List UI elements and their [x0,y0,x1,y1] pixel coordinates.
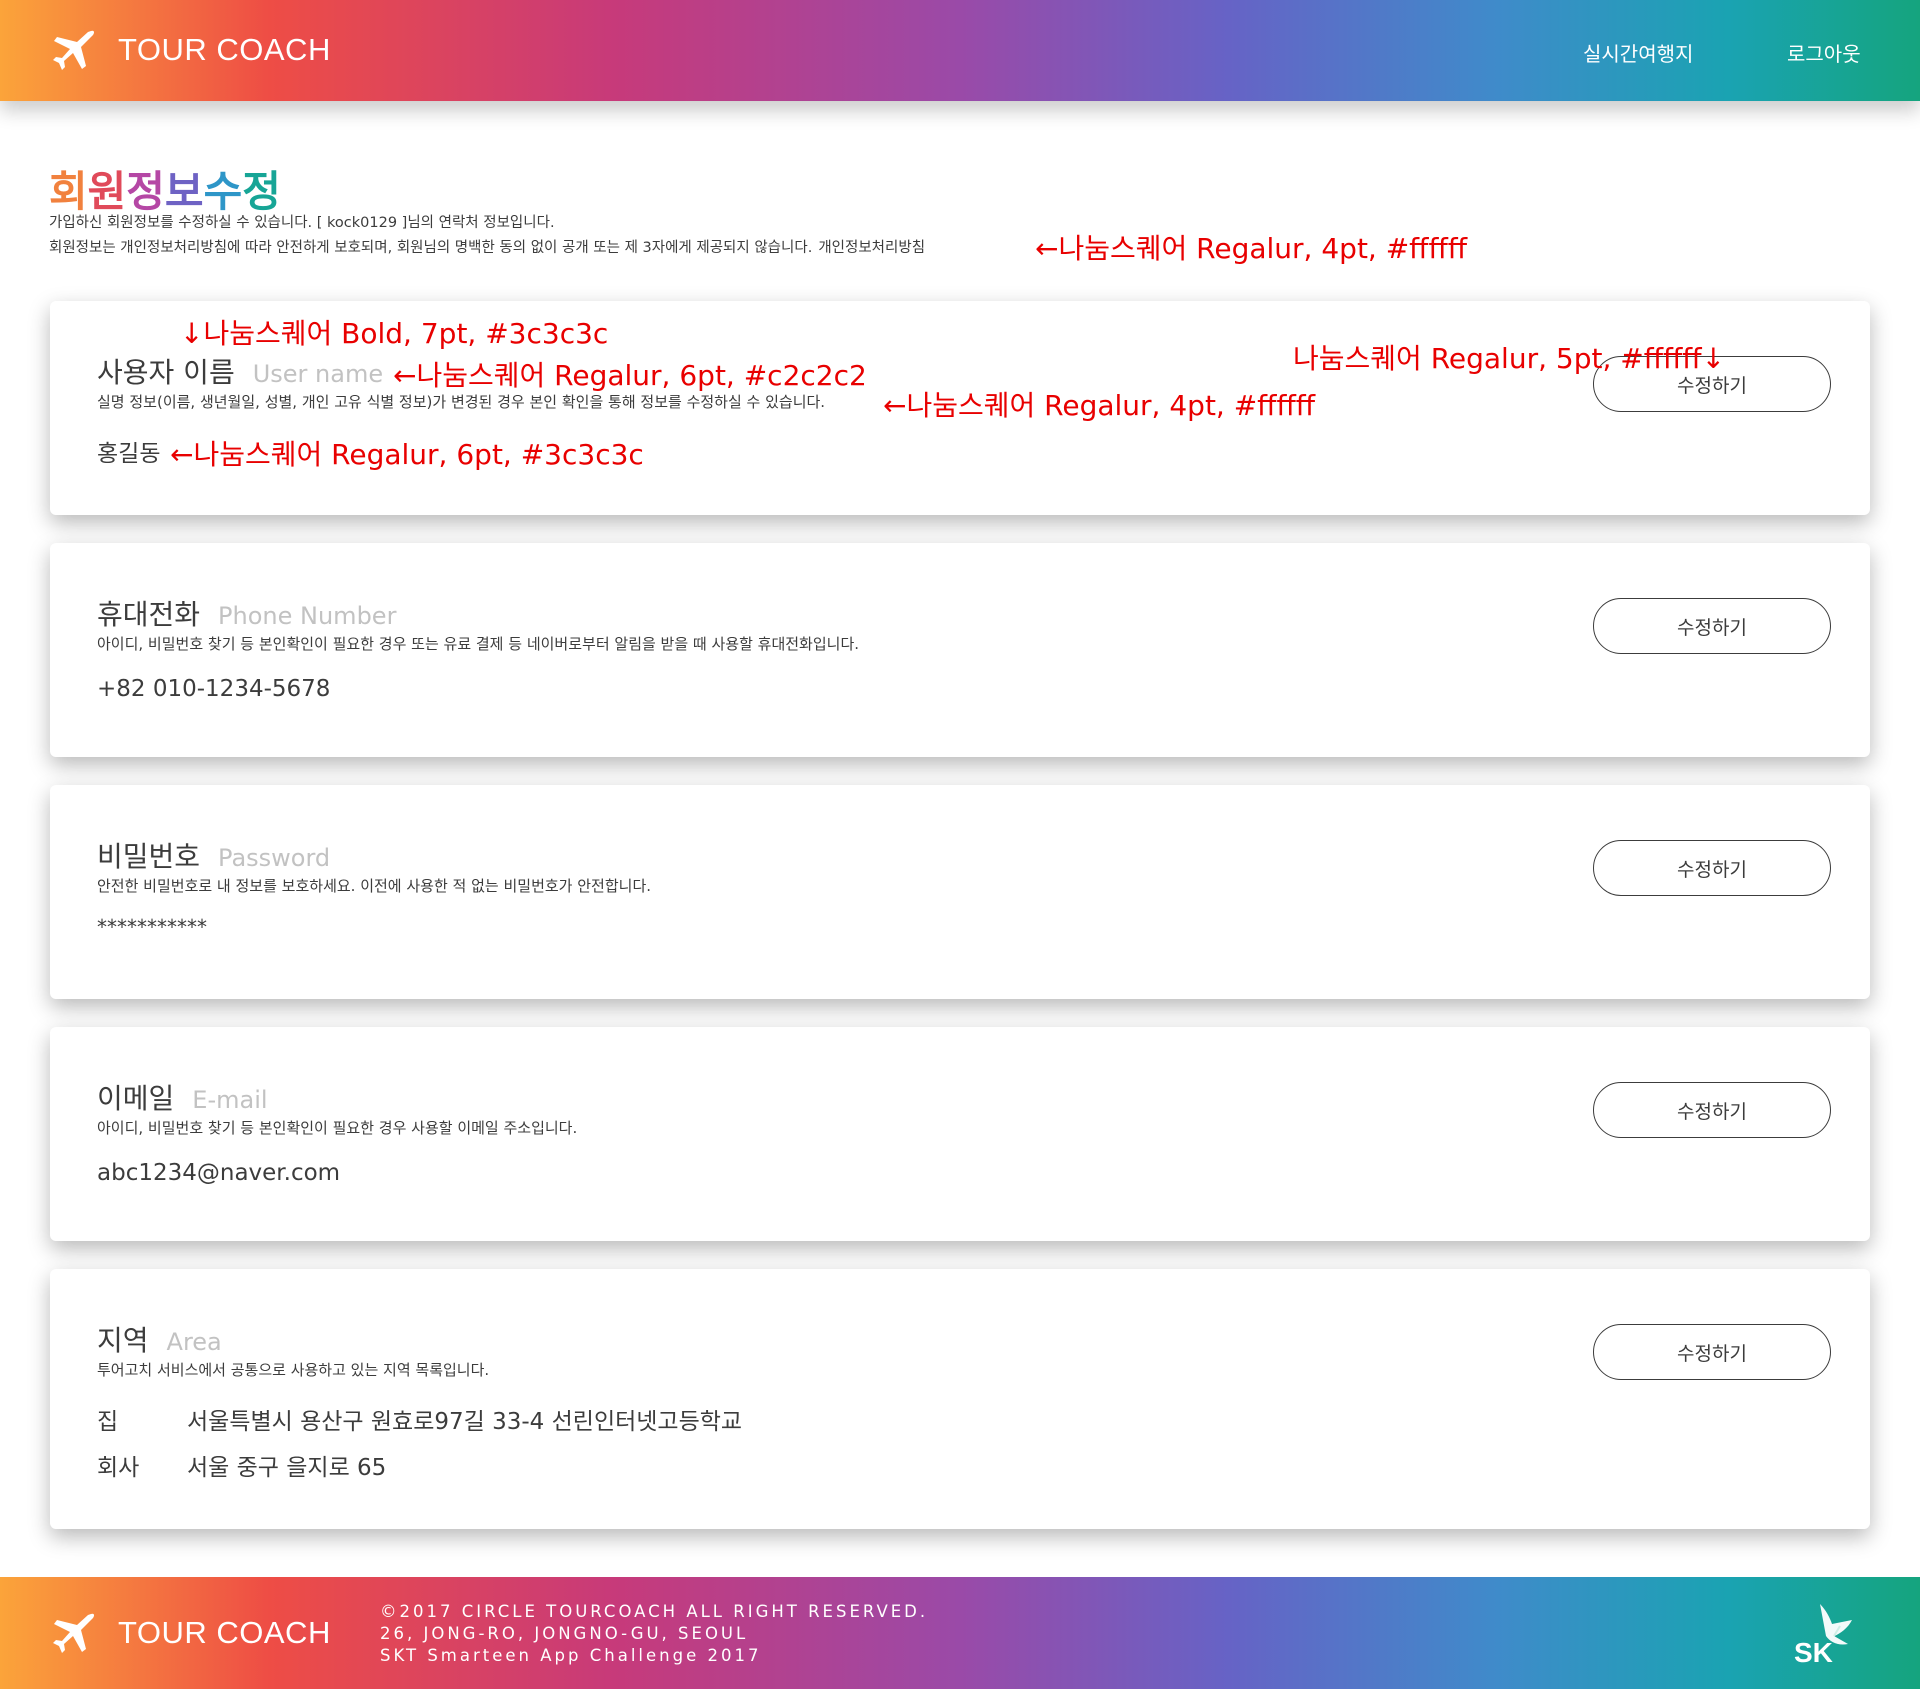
edit-password-button[interactable]: 수정하기 [1593,840,1831,896]
intro-line-2-text: 회원정보는 개인정보처리방침에 따라 안전하게 보호되며, 회원님의 명백한 동… [49,240,813,256]
area-value: 서울 중구 을지로 65 [187,1455,387,1481]
edit-area-button[interactable]: 수정하기 [1593,1324,1831,1380]
area-label: 집 [97,1409,119,1435]
header: TOUR COACH 실시간여행지 로그아웃 [0,0,1920,101]
card-desc: 투어고치 서비스에서 공통으로 사용하고 있는 지역 목록입니다. [97,1361,490,1379]
intro-line-1: 가입하신 회원정보를 수정하실 수 있습니다. [ kock0129 ]님의 연… [49,215,555,231]
card-title-ko: 휴대전화 [97,598,201,631]
card-title-en: Area [166,1328,222,1356]
card-title-ko: 지역 [97,1324,149,1357]
card-email: 이메일 E-mail 아이디, 비밀번호 찾기 등 본인확인이 필요한 경우 사… [50,1027,1870,1241]
annotation-intro-desc: ←나눔스퀘어 Regalur, 4pt, #ffffff [1035,232,1468,265]
footer-address: 26, JONG-RO, JONGNO-GU, SEOUL [380,1624,749,1643]
area-label: 회사 [97,1455,140,1481]
card-desc: 안전한 비밀번호로 내 정보를 보호하세요. 이전에 사용한 적 없는 비밀번호… [97,877,652,895]
card-title-en: User name [252,360,384,388]
brand-name: TOUR COACH [118,32,331,67]
annotation-value-font: ←나눔스퀘어 Regalur, 6pt, #3c3c3c [170,438,644,471]
page-title-char: 보 [164,167,204,216]
card-title-ko: 비밀번호 [97,840,201,873]
page-title: 회원정보수정 [49,158,281,219]
footer-brand-logo[interactable]: TOUR COACH [50,1609,331,1657]
card-title: 이메일 E-mail [97,1077,268,1117]
card-value: +82 010-1234-5678 [97,676,331,702]
nav-logout[interactable]: 로그아웃 [1787,38,1861,67]
area-value: 서울특별시 용산구 원효로97길 33-4 선린인터넷고등학교 [187,1409,743,1435]
card-title: 지역 Area [97,1319,222,1359]
card-desc: 실명 정보(이름, 생년월일, 성별, 개인 고유 식별 정보)가 변경된 경우… [97,393,826,411]
card-area: 지역 Area 투어고치 서비스에서 공통으로 사용하고 있는 지역 목록입니다… [50,1269,1870,1529]
card-title: 휴대전화 Phone Number [97,593,396,633]
footer-brand-name: TOUR COACH [118,1615,331,1650]
annotation-en-font: ←나눔스퀘어 Regalur, 6pt, #c2c2c2 [393,359,867,392]
card-desc: 아이디, 비밀번호 찾기 등 본인확인이 필요한 경우 또는 유료 결제 등 네… [97,635,860,653]
airplane-icon [53,30,95,71]
nav-realtime-destinations[interactable]: 실시간여행지 [1583,38,1693,67]
card-title-ko: 사용자 이름 [97,356,235,389]
page-title-char: 회 [49,167,88,216]
card-title-en: E-mail [192,1086,268,1114]
footer: TOUR COACH ©2017 CIRCLE TOURCOACH ALL RI… [0,1577,1920,1689]
page-title-char: 정 [242,167,281,216]
area-row-home: 집 서울특별시 용산구 원효로97길 33-4 선린인터넷고등학교 [97,1402,742,1436]
sk-logo-icon: SK [1794,1604,1852,1666]
brand-logo[interactable]: TOUR COACH [50,26,331,74]
card-title: 사용자 이름 User name [97,351,383,391]
card-title-en: Phone Number [218,602,397,630]
card-value: abc1234@naver.com [97,1160,341,1186]
card-title-en: Password [218,844,331,872]
page-title-char: 수 [203,167,243,216]
card-desc: 아이디, 비밀번호 찾기 등 본인확인이 필요한 경우 사용할 이메일 주소입니… [97,1119,578,1137]
card-value: 홍길동 [97,441,161,467]
footer-event: SKT Smarteen App Challenge 2017 [380,1646,762,1665]
annotation-button-font: 나눔스퀘어 Regalur, 5pt, #ffffff↓ [1293,342,1726,375]
card-title-ko: 이메일 [97,1082,175,1115]
page-title-char: 정 [126,167,165,216]
footer-info: ©2017 CIRCLE TOURCOACH ALL RIGHT RESERVE… [380,1601,928,1667]
intro-line-2: 회원정보는 개인정보처리방침에 따라 안전하게 보호되며, 회원님의 명백한 동… [49,236,925,257]
privacy-policy-link[interactable]: 개인정보처리방침 [818,240,925,256]
edit-email-button[interactable]: 수정하기 [1593,1082,1831,1138]
annotation-desc-font: ←나눔스퀘어 Regalur, 4pt, #ffffff [883,389,1316,422]
edit-phone-button[interactable]: 수정하기 [1593,598,1831,654]
footer-copyright: ©2017 CIRCLE TOURCOACH ALL RIGHT RESERVE… [380,1602,929,1621]
sk-logo-text: SK [1794,1637,1833,1666]
card-phone: 휴대전화 Phone Number 아이디, 비밀번호 찾기 등 본인확인이 필… [50,543,1870,757]
card-password: 비밀번호 Password 안전한 비밀번호로 내 정보를 보호하세요. 이전에… [50,785,1870,999]
page: TOUR COACH 실시간여행지 로그아웃 회원정보수정 가입하신 회원정보를… [0,0,1920,1689]
airplane-icon [53,1613,95,1653]
card-title: 비밀번호 Password [97,835,330,875]
card-value-masked: *********** [97,915,207,939]
page-title-char: 원 [87,167,127,216]
annotation-title-font: ↓나눔스퀘어 Bold, 7pt, #3c3c3c [180,317,609,350]
area-row-office: 회사 서울 중구 을지로 65 [97,1448,386,1482]
